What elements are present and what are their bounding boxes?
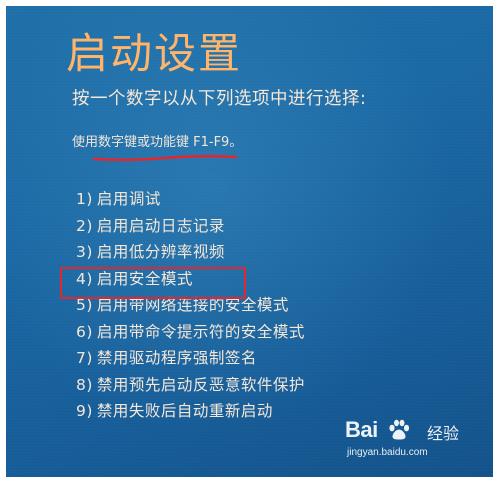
photo-frame: 启动设置 按一个数字以从下列选项中进行选择: 使用数字键或功能键 F1-F9。 … xyxy=(0,0,499,483)
option-disable-auto-restart-on-failure[interactable]: 9) 禁用失败后自动重新启动 xyxy=(76,398,305,425)
option-label: 启用安全模式 xyxy=(96,269,193,288)
key-hint-text: 使用数字键或功能键 F1-F9。 xyxy=(72,135,243,150)
option-disable-driver-signature-enforcement[interactable]: 7) 禁用驱动程序强制签名 xyxy=(76,345,305,372)
option-enable-boot-logging[interactable]: 2) 启用启动日志记录 xyxy=(76,213,305,240)
option-label: 禁用预先启动反恶意软件保护 xyxy=(96,375,305,394)
option-number: 7) xyxy=(76,349,93,367)
option-disable-early-launch-antimalware[interactable]: 8) 禁用预先启动反恶意软件保护 xyxy=(76,372,305,399)
option-number: 8) xyxy=(76,375,93,394)
option-label: 禁用失败后自动重新启动 xyxy=(96,402,273,420)
red-underline-annotation xyxy=(92,154,238,162)
option-label: 启用启动日志记录 xyxy=(96,216,225,235)
option-label: 禁用驱动程序强制签名 xyxy=(96,349,257,367)
startup-settings-screen: 启动设置 按一个数字以从下列选项中进行选择: 使用数字键或功能键 F1-F9。 … xyxy=(6,6,493,477)
option-enable-safe-mode[interactable]: 4) 启用安全模式 xyxy=(76,266,305,293)
options-list: 1) 启用调试 2) 启用启动日志记录 3) 启用低分辨率视频 4) 启用安全模式 5)… xyxy=(76,186,305,425)
option-enable-debugging[interactable]: 1) 启用调试 xyxy=(76,186,305,213)
option-label: 启用低分辨率视频 xyxy=(96,243,225,261)
option-enable-low-resolution-video[interactable]: 3) 启用低分辨率视频 xyxy=(76,239,305,266)
watermark-brand-text: Bai xyxy=(345,417,378,442)
instruction-text: 按一个数字以从下列选项中进行选择: xyxy=(72,89,367,109)
option-number: 9) xyxy=(76,402,93,420)
option-number: 1) xyxy=(76,190,93,208)
option-safe-mode-with-networking[interactable]: 5) 启用带网络连接的安全模式 xyxy=(76,292,305,319)
option-number: 4) xyxy=(76,269,93,288)
watermark-url: jingyan.baidu.com xyxy=(347,447,428,458)
option-label: 启用带命令提示符的安全模式 xyxy=(96,322,305,341)
page-title: 启动设置 xyxy=(66,29,243,78)
option-number: 5) xyxy=(76,296,93,314)
baidu-paw-icon xyxy=(389,419,410,440)
baidu-jingyan-watermark: Bai 经验 jingyan.baidu.com xyxy=(345,417,459,463)
option-safe-mode-with-command-prompt[interactable]: 6) 启用带命令提示符的安全模式 xyxy=(76,319,305,346)
option-number: 6) xyxy=(76,322,93,341)
option-number: 3) xyxy=(76,243,93,261)
option-number: 2) xyxy=(76,216,93,235)
watermark-brand-cn: 经验 xyxy=(427,424,460,443)
option-label: 启用调试 xyxy=(96,190,161,208)
option-label: 启用带网络连接的安全模式 xyxy=(96,296,289,314)
